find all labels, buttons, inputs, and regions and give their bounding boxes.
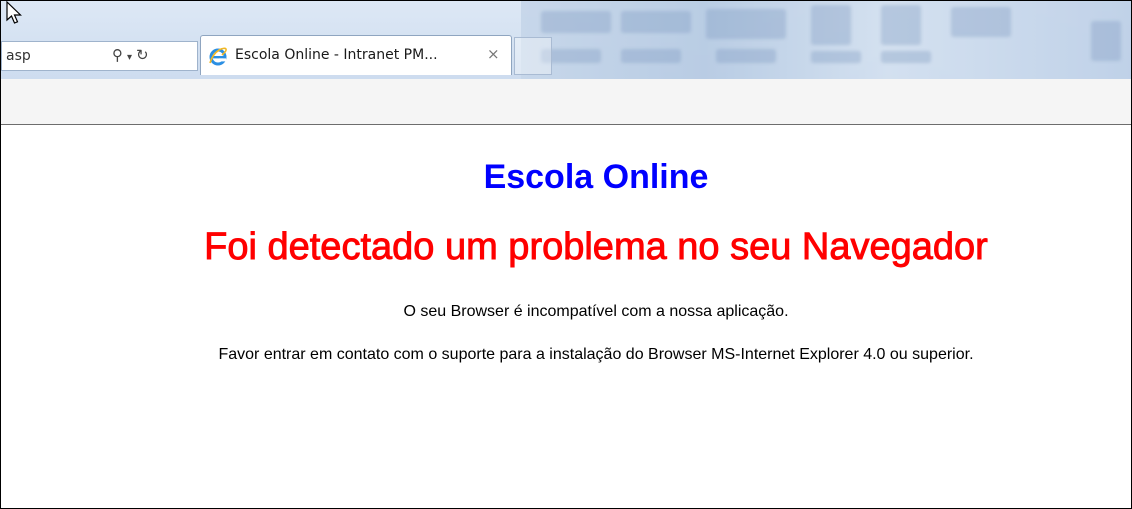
- ie-logo-icon: [209, 47, 227, 66]
- support-message: Favor entrar em contato com o suporte pa…: [218, 346, 974, 363]
- incompatibility-message: O seu Browser é incompatível com a nossa…: [403, 303, 789, 320]
- address-bar[interactable]: asp ⚲▾↻: [1, 41, 198, 71]
- search-icon[interactable]: ⚲: [112, 46, 127, 64]
- browser-tab[interactable]: Escola Online - Intranet PM... ×: [200, 35, 512, 75]
- chevron-down-icon[interactable]: ▾: [127, 52, 136, 63]
- error-title: Foi detectado um problema no seu Navegad…: [204, 226, 989, 269]
- browser-chrome: asp ⚲▾↻ Escola Online - Intranet PM... ×: [1, 1, 1131, 79]
- page-content: Escola Online Foi detectado um problema …: [1, 126, 1131, 508]
- new-tab-button[interactable]: [514, 37, 552, 75]
- close-icon[interactable]: ×: [487, 45, 500, 63]
- address-text: asp: [6, 48, 31, 64]
- refresh-icon[interactable]: ↻: [136, 46, 153, 64]
- address-bar-icons: ⚲▾↻: [112, 46, 153, 64]
- mouse-pointer-icon: [6, 1, 22, 24]
- tab-title: Escola Online - Intranet PM...: [235, 47, 438, 63]
- background-window-ribbon: [521, 1, 1131, 79]
- site-title: Escola Online: [483, 158, 709, 196]
- screenshot-frame: asp ⚲▾↻ Escola Online - Intranet PM... ×…: [0, 0, 1132, 509]
- browser-toolbar: [1, 79, 1131, 125]
